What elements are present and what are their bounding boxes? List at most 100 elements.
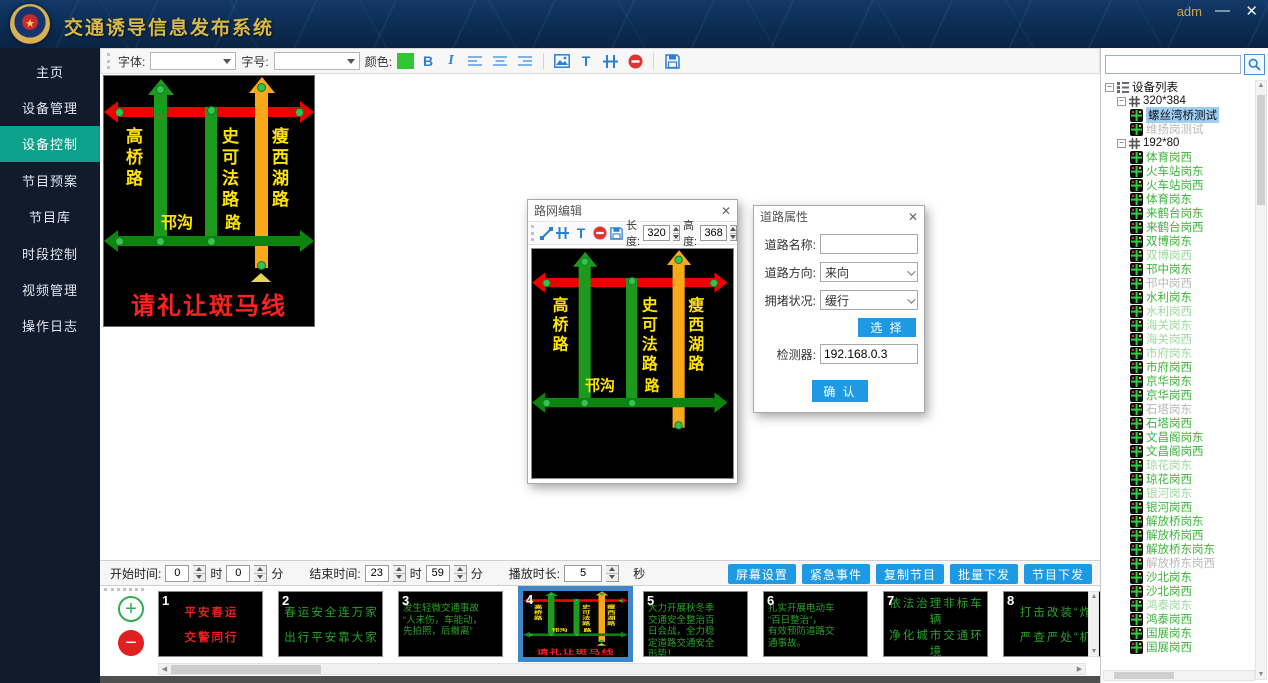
tree-device-item[interactable]: 体育岗西 [1103,150,1255,164]
playlist-item-3[interactable]: 3发生轻微交通事故“人未伤，车能动，先拍照，后撤离” [398,591,503,657]
font-size-select[interactable] [274,52,360,70]
road-network-icon[interactable] [600,51,620,71]
tree-device-item[interactable]: 京华岗东 [1103,374,1255,388]
sidebar-item-6[interactable]: 视频管理 [0,271,100,307]
align-center-icon[interactable] [490,51,510,71]
edit-handle[interactable] [709,278,717,286]
edit-handle[interactable] [115,237,124,246]
color-swatch[interactable] [397,53,414,69]
draw-line-icon[interactable] [540,224,553,242]
minimize-button[interactable]: — [1215,2,1230,19]
tree-device-item[interactable]: 鸿泰岗东 [1103,598,1255,612]
tree-group-0[interactable]: −320*384 [1103,94,1255,108]
tree-device-item[interactable]: 双博岗西 [1103,248,1255,262]
close-icon[interactable]: ✕ [908,210,918,224]
vertical-scrollbar[interactable]: ▲ ▼ [1088,591,1099,657]
scroll-down-icon[interactable]: ▼ [1090,648,1098,655]
tree-device-item[interactable]: 京华岗西 [1103,388,1255,402]
tree-device-item[interactable]: 水利岗西 [1103,304,1255,318]
edit-handle[interactable] [580,398,588,406]
tree-device-item[interactable]: 文昌阁岗西 [1103,444,1255,458]
sidebar-item-3[interactable]: 节目预案 [0,162,100,198]
playlist-item-4[interactable]: 4 高桥路 史可法路 瘦西湖路 邗沟 路 请礼让斑马线 [518,586,633,662]
italic-button[interactable]: I [442,51,460,71]
tree-device-item[interactable]: 石塔岗东 [1103,402,1255,416]
tree-device-item[interactable]: 市府岗西 [1103,360,1255,374]
height-input[interactable] [700,225,727,241]
tree-device-item[interactable]: 解放桥东岗东 [1103,542,1255,556]
end-minute-stepper[interactable] [454,565,467,582]
tree-device-item[interactable]: 国展岗西 [1103,640,1255,654]
edit-handle[interactable] [528,634,533,636]
length-input[interactable] [643,225,670,241]
text-tool-icon[interactable]: T [572,223,590,243]
text-tool-icon[interactable]: T [577,51,595,71]
align-left-icon[interactable] [465,51,485,71]
tree-device-item[interactable]: 螺丝湾桥测试 [1103,108,1255,122]
edit-handle[interactable] [674,255,682,263]
select-button[interactable]: 选 择 [858,318,916,337]
tree-group-1[interactable]: −192*80 [1103,136,1255,150]
duration-input[interactable] [564,565,602,582]
delete-icon[interactable] [593,224,607,242]
close-icon[interactable]: ✕ [721,204,731,218]
road-network-edit-canvas[interactable]: 高桥路 史可法路 瘦西湖路 邗沟 路 请礼让斑马线 [531,248,734,479]
edit-handle[interactable] [156,237,165,246]
tree-device-item[interactable]: 体育岗东 [1103,192,1255,206]
tree-device-item[interactable]: 沙北岗西 [1103,584,1255,598]
action-button-0[interactable]: 屏幕设置 [728,564,796,584]
sidebar-item-2[interactable]: 设备控制 [0,126,100,162]
action-button-3[interactable]: 批量下发 [950,564,1018,584]
tree-device-item[interactable]: 海关岗东 [1103,318,1255,332]
edit-handle[interactable] [618,599,623,601]
scrollbar-thumb[interactable] [171,665,321,674]
sidebar-item-7[interactable]: 操作日志 [0,308,100,344]
scroll-up-icon[interactable]: ▲ [1257,82,1265,89]
duration-stepper[interactable] [606,565,619,582]
scroll-down-icon[interactable]: ▼ [1257,671,1265,678]
edit-handle[interactable] [599,640,604,642]
scrollbar-thumb[interactable] [1114,672,1174,679]
remove-frame-button[interactable]: − [118,630,144,656]
tree-device-item[interactable]: 国展岗东 [1103,626,1255,640]
tree-device-item[interactable]: 双博岗东 [1103,234,1255,248]
tree-device-item[interactable]: 水利岗东 [1103,290,1255,304]
edit-handle[interactable] [574,634,579,636]
edit-handle[interactable] [580,257,588,265]
edit-handle[interactable] [599,593,604,595]
tree-device-item[interactable]: 解放桥岗西 [1103,528,1255,542]
end-hour-input[interactable] [365,565,389,582]
close-window-button[interactable]: ✕ [1245,2,1258,20]
tree-device-item[interactable]: 火车站岗西 [1103,178,1255,192]
scroll-right-icon[interactable]: ▶ [1074,664,1085,674]
edit-handle[interactable] [257,261,266,270]
edit-handle[interactable] [549,634,554,636]
tree-expander[interactable]: − [1105,83,1114,92]
delete-icon[interactable] [625,51,645,71]
sidebar-item-4[interactable]: 节目库 [0,199,100,235]
sidebar-item-0[interactable]: 主页 [0,53,100,89]
tree-device-item[interactable]: 海关岗西 [1103,332,1255,346]
bold-button[interactable]: B [419,51,437,71]
tree-device-item[interactable]: 解放桥东岗西 [1103,556,1255,570]
scrollbar-thumb[interactable] [1257,95,1265,205]
playlist-item-7[interactable]: 7依法治理非标车辆净化城市交通环境 [883,591,988,657]
tree-device-item[interactable]: 琼花岗西 [1103,472,1255,486]
playlist-item-2[interactable]: 2春运安全连万家出行平安靠大家 [278,591,383,657]
sidebar-item-5[interactable]: 时段控制 [0,235,100,271]
add-frame-button[interactable]: + [118,596,144,622]
road-direction-select[interactable]: 来向 [820,262,918,282]
scroll-left-icon[interactable]: ◀ [159,664,170,674]
end-hour-stepper[interactable] [393,565,406,582]
playlist-item-1[interactable]: 1平安春运交警同行 [158,591,263,657]
edit-handle[interactable] [207,237,216,246]
tree-device-item[interactable]: 邗中岗东 [1103,262,1255,276]
tree-device-item[interactable]: 琼花岗东 [1103,458,1255,472]
insert-image-icon[interactable] [552,51,572,71]
tree-device-item[interactable]: 来鹤台岗东 [1103,206,1255,220]
congestion-select[interactable]: 缓行 [820,290,918,310]
action-button-2[interactable]: 复制节目 [876,564,944,584]
end-minute-input[interactable] [426,565,450,582]
edit-handle[interactable] [295,108,304,117]
scroll-up-icon[interactable]: ▲ [1090,593,1098,600]
